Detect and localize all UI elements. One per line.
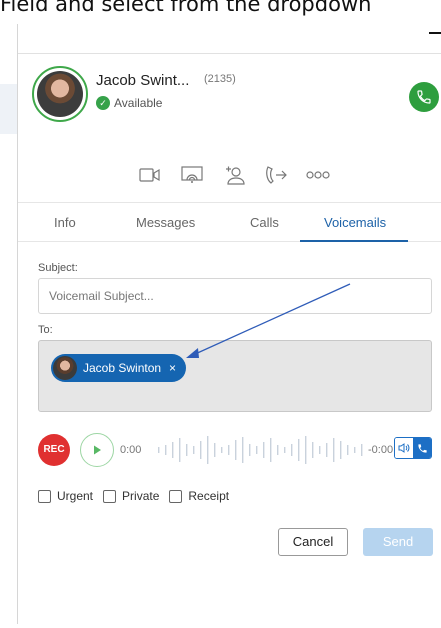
urgent-label: Urgent: [57, 489, 94, 503]
active-tab-indicator: [300, 240, 408, 242]
waveform-bar: [319, 446, 321, 454]
waveform-bar: [312, 442, 314, 458]
waveform-bar: [340, 441, 342, 459]
urgent-option[interactable]: Urgent: [38, 489, 93, 503]
subject-label: Subject:: [38, 262, 78, 274]
check-icon: ✓: [96, 96, 110, 110]
waveform-bar: [214, 443, 216, 457]
cancel-button[interactable]: Cancel: [278, 528, 348, 556]
receipt-label: Receipt: [188, 489, 230, 503]
voicemail-options: Urgent Private Receipt: [38, 489, 229, 503]
call-button[interactable]: [409, 82, 439, 112]
remove-recipient-icon[interactable]: ×: [169, 361, 176, 375]
waveform-bar: [270, 438, 272, 462]
video-icon[interactable]: [138, 164, 162, 186]
audio-device-toggle[interactable]: [394, 437, 432, 459]
instruction-caption: Field and select from the dropdown: [0, 0, 372, 16]
play-icon: [94, 445, 101, 455]
recipient-avatar: [53, 356, 77, 380]
subject-input[interactable]: Voicemail Subject...: [38, 278, 432, 314]
waveform: [158, 436, 363, 464]
waveform-bar: [284, 447, 286, 453]
presence-label: Available: [114, 96, 163, 110]
tab-voicemails[interactable]: Voicemails: [324, 215, 386, 230]
waveform-bar: [361, 444, 363, 456]
waveform-bar: [277, 445, 279, 455]
panel-topbar: [18, 24, 441, 54]
recipient-field[interactable]: Jacob Swinton ×: [38, 340, 432, 412]
recipient-name: Jacob Swinton: [83, 361, 162, 375]
speaker-icon[interactable]: [395, 438, 413, 458]
add-user-icon[interactable]: [222, 164, 246, 186]
waveform-bar: [179, 438, 181, 462]
waveform-bar: [186, 444, 188, 456]
contact-name: Jacob Swint...: [96, 72, 190, 89]
remaining-time: -0:00: [368, 444, 394, 456]
receipt-checkbox[interactable]: [169, 489, 183, 503]
contact-actions: [138, 164, 330, 186]
waveform-bar: [207, 436, 209, 464]
waveform-bar: [193, 446, 195, 454]
waveform-bar: [291, 444, 293, 456]
waveform-bar: [298, 439, 300, 461]
phone-icon: [417, 90, 431, 104]
waveform-bar: [354, 447, 356, 453]
screen-share-icon[interactable]: [180, 164, 204, 186]
record-button[interactable]: REC: [38, 434, 70, 466]
waveform-bar: [172, 442, 174, 458]
tab-calls[interactable]: Calls: [250, 215, 279, 230]
waveform-bar: [256, 446, 258, 454]
play-button[interactable]: [80, 433, 114, 467]
waveform-bar: [326, 443, 328, 457]
contact-extension: (2135): [204, 73, 236, 85]
avatar[interactable]: [32, 66, 88, 122]
waveform-bar: [263, 442, 265, 458]
private-option[interactable]: Private: [103, 489, 159, 503]
sidebar-highlight: [0, 84, 18, 134]
send-button[interactable]: Send: [363, 528, 433, 556]
waveform-bar: [347, 445, 349, 455]
presence-status: ✓ Available: [96, 96, 162, 110]
more-icon[interactable]: [306, 164, 330, 186]
waveform-bar: [305, 436, 307, 464]
elapsed-time: 0:00: [120, 444, 142, 456]
waveform-bar: [333, 438, 335, 462]
recipient-chip[interactable]: Jacob Swinton ×: [51, 354, 187, 382]
waveform-bar: [221, 447, 223, 453]
waveform-bar: [158, 447, 160, 453]
urgent-checkbox[interactable]: [38, 489, 51, 503]
tab-info[interactable]: Info: [54, 215, 76, 230]
tab-bar: Info Messages Calls Voicemails: [18, 202, 441, 242]
waveform-bar: [235, 440, 237, 460]
to-label: To:: [38, 324, 53, 336]
private-checkbox[interactable]: [103, 489, 117, 503]
tab-messages[interactable]: Messages: [136, 215, 195, 230]
avatar-image: [37, 71, 83, 117]
transfer-icon[interactable]: [264, 164, 288, 186]
private-label: Private: [122, 489, 160, 503]
waveform-bar: [249, 444, 251, 456]
contact-panel: Jacob Swint... (2135) ✓ Available Info M…: [18, 24, 441, 628]
minimize-icon[interactable]: [429, 32, 441, 34]
handset-icon[interactable]: [413, 438, 431, 458]
waveform-bar: [165, 445, 167, 455]
waveform-bar: [228, 445, 230, 455]
waveform-bar: [242, 437, 244, 463]
waveform-bar: [200, 441, 202, 459]
receipt-option[interactable]: Receipt: [169, 489, 229, 503]
